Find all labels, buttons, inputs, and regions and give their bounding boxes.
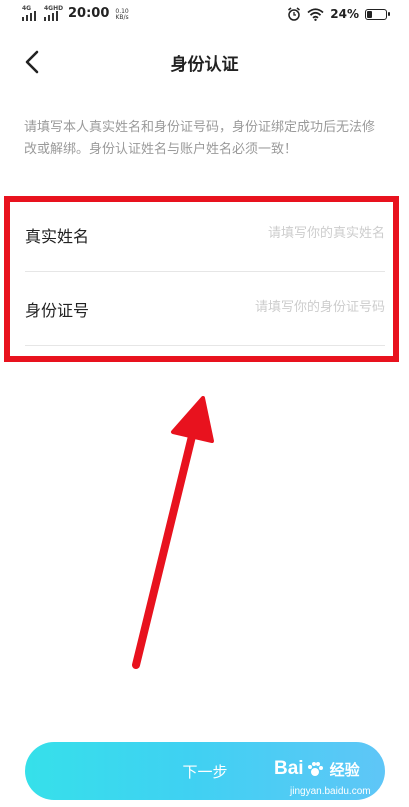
network-type-label: 4G xyxy=(22,5,32,12)
baidu-watermark: Bai 经验 jingyan.baidu.com xyxy=(258,752,398,806)
nav-bar: 身份认证 xyxy=(0,32,409,92)
signal-icon-2: 4GHD xyxy=(44,5,64,21)
alarm-icon xyxy=(288,7,301,21)
battery-percent: 24% xyxy=(330,7,359,21)
id-number-input[interactable] xyxy=(185,294,385,320)
status-time: 20:00 xyxy=(68,6,110,21)
status-bar: 4G 4GHD 20:00 0.10 KB/s 24% xyxy=(0,0,409,32)
real-name-label: 真实姓名 xyxy=(25,227,90,246)
real-name-row: 真实姓名 xyxy=(25,198,385,272)
watermark-brand: Bai xyxy=(274,758,304,779)
network-speed-unit: KB/s xyxy=(115,14,129,21)
network-speed: 0.10 KB/s xyxy=(115,9,128,21)
baidu-logo: Bai 经验 xyxy=(274,758,360,780)
signal-icon: 4G xyxy=(22,5,40,21)
notice-text: 请填写本人真实姓名和身份证号码，身份证绑定成功后无法修改或解绑。身份认证姓名与账… xyxy=(24,120,376,157)
page-title: 身份认证 xyxy=(170,55,239,75)
identity-form: 真实姓名 身份证号 xyxy=(0,198,409,346)
watermark-url: jingyan.baidu.com xyxy=(290,786,371,797)
paw-icon xyxy=(307,762,323,776)
id-number-row: 身份证号 xyxy=(25,272,385,346)
id-number-label: 身份证号 xyxy=(25,301,90,320)
real-name-input[interactable] xyxy=(185,220,385,246)
wifi-icon xyxy=(307,7,324,21)
watermark-brand-tail: 经验 xyxy=(329,761,360,779)
battery-icon xyxy=(365,8,390,20)
network-type-label-2: 4GHD xyxy=(44,5,64,12)
